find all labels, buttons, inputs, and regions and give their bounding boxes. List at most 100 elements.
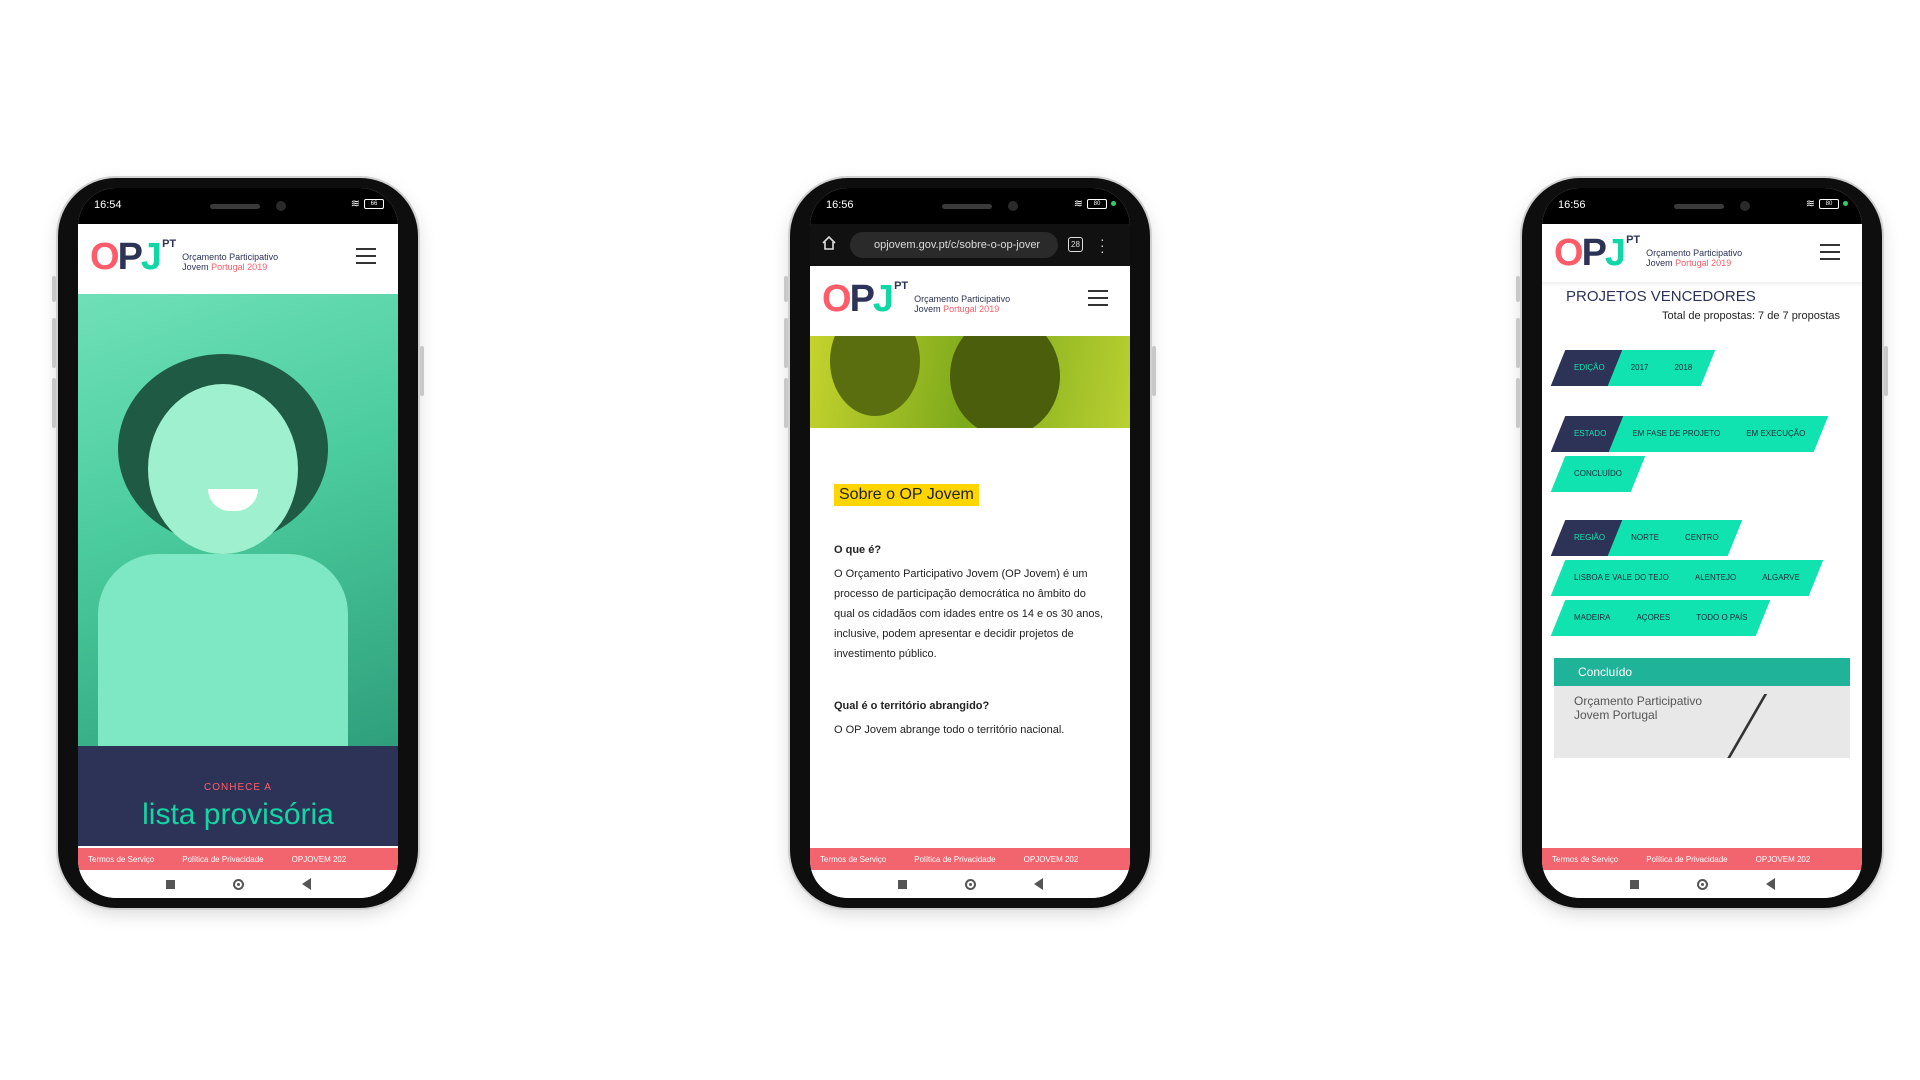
- page-title: Sobre o OP Jovem: [834, 484, 979, 506]
- opj-logo[interactable]: O P J PT Orçamento Participativo Jovem P…: [90, 238, 278, 276]
- project-status-badge: Concluído: [1554, 658, 1850, 686]
- logo-letter-j: J: [140, 236, 162, 278]
- logo-line1: Orçamento Participativo: [182, 252, 279, 262]
- status-time: 16:56: [826, 199, 854, 211]
- status-icons: ≋ 80: [1806, 197, 1848, 210]
- notch: [148, 188, 328, 222]
- phone-frame-3: 16:56 ≋ 80 O P J PT Orçamento Participat…: [1516, 178, 1888, 908]
- logo-letter-o: O: [90, 236, 120, 278]
- battery-icon: 66: [364, 198, 384, 209]
- status-time: 16:54: [94, 199, 122, 211]
- browser-home-icon[interactable]: [822, 236, 836, 250]
- filter-chip-centro[interactable]: CENTRO: [1669, 520, 1735, 556]
- home-icon[interactable]: [232, 878, 244, 890]
- logo-letter-p: P: [849, 278, 875, 320]
- filter-label-estado: ESTADO: [1558, 416, 1622, 452]
- hero-kicker: CONHECE A: [204, 782, 272, 793]
- hero-image: [78, 294, 398, 746]
- footer-terms-link[interactable]: Termos de Serviço: [88, 855, 154, 864]
- paragraph: O Orçamento Participativo Jovem (OP Jove…: [834, 568, 1104, 660]
- footer-privacy-link[interactable]: Política de Privacidade: [182, 855, 263, 864]
- recents-icon[interactable]: [897, 879, 907, 889]
- hamburger-menu-icon[interactable]: [1088, 290, 1108, 311]
- footer-privacy-link[interactable]: Política de Privacidade: [914, 855, 995, 864]
- kebab-menu-icon[interactable]: · · ·: [1100, 232, 1105, 258]
- footer-copyright: OPJOVEM 202: [291, 854, 347, 864]
- logo-letter-j: J: [872, 278, 894, 320]
- project-card[interactable]: Concluído Orçamento Participativo Jovem …: [1554, 658, 1850, 758]
- site-header: O P J PT Orçamento Participativo Jovem P…: [810, 266, 1130, 336]
- home-icon[interactable]: [964, 878, 976, 890]
- site-footer: Termos de Serviço Política de Privacidad…: [1542, 848, 1862, 870]
- card-logo-line2: Jovem Portugal: [1574, 708, 1658, 722]
- logo-pt: PT: [894, 280, 909, 292]
- filter-chip-2017[interactable]: 2017: [1615, 350, 1665, 386]
- filter-label-edicao: EDIÇÃO: [1558, 350, 1621, 386]
- opj-logo[interactable]: O P J PT Orçamento Participativo Jovem P…: [822, 280, 1010, 318]
- filter-chip-lisboa[interactable]: LISBOA E VALE DO TEJO: [1558, 560, 1685, 596]
- android-nav-bar: [78, 870, 398, 898]
- back-icon[interactable]: [1765, 878, 1775, 890]
- filter-estado: ESTADO EM FASE DE PROJETO EM EXECUÇÃO CO…: [1558, 416, 1848, 492]
- proposals-total: Total de propostas: 7 de 7 propostas: [1662, 310, 1840, 322]
- back-icon[interactable]: [1033, 878, 1043, 890]
- filter-chip-2018[interactable]: 2018: [1658, 350, 1708, 386]
- logo-line2b: Portugal 2019: [943, 304, 1000, 314]
- filter-chip-concluido[interactable]: CONCLUÍDO: [1558, 456, 1638, 492]
- logo-line2a: Jovem: [1646, 258, 1673, 268]
- paragraph: O OP Jovem abrange todo o território nac…: [834, 724, 1065, 736]
- logo-pt: PT: [162, 238, 177, 250]
- tabs-count-button[interactable]: 28: [1068, 237, 1083, 252]
- site-header: O P J PT Orçamento Participativo Jovem P…: [78, 224, 398, 294]
- hamburger-menu-icon[interactable]: [1820, 244, 1840, 265]
- logo-letter-o: O: [822, 278, 852, 320]
- phone-screen-1: 16:54 ≋ 66 O P J PT Orçamento Participat…: [78, 188, 398, 898]
- android-nav-bar: [1542, 870, 1862, 898]
- filter-chip-algarve[interactable]: ALGARVE: [1746, 560, 1816, 596]
- hero-title[interactable]: lista provisória: [78, 798, 398, 832]
- battery-icon: 80: [1087, 198, 1107, 209]
- status-icons: ≋ 66: [351, 197, 384, 210]
- footer-terms-link[interactable]: Termos de Serviço: [1552, 855, 1618, 864]
- hamburger-menu-icon[interactable]: [356, 248, 376, 269]
- logo-letter-j: J: [1604, 232, 1626, 274]
- filter-chip-alentejo[interactable]: ALENTEJO: [1679, 560, 1752, 596]
- recents-icon[interactable]: [1629, 879, 1639, 889]
- footer-privacy-link[interactable]: Política de Privacidade: [1646, 855, 1727, 864]
- logo-pt: PT: [1626, 234, 1641, 246]
- microphone-image: [1723, 694, 1848, 758]
- filter-chip-norte[interactable]: NORTE: [1615, 520, 1675, 556]
- footer-terms-link[interactable]: Termos de Serviço: [820, 855, 886, 864]
- phone-screen-2: 16:56 ≋ 80 opjovem.gov.pt/c/sobre-o-op-j…: [810, 188, 1130, 898]
- filter-chip-todo-o-pais[interactable]: TODO O PAÍS: [1680, 600, 1763, 636]
- privacy-dot-icon: [1843, 201, 1848, 206]
- phone-frame-2: 16:56 ≋ 80 opjovem.gov.pt/c/sobre-o-op-j…: [784, 178, 1156, 908]
- page-title: PROJETOS VENCEDORES: [1566, 288, 1756, 305]
- card-image-logo: Orçamento Participativo Jovem Portugal: [1574, 694, 1702, 722]
- filter-chip-acores[interactable]: AÇORES: [1620, 600, 1686, 636]
- logo-tagline: Orçamento Participativo Jovem Portugal 2…: [1646, 248, 1742, 268]
- opj-logo[interactable]: O P J PT Orçamento Participativo Jovem P…: [1554, 234, 1742, 272]
- notch: [880, 188, 1060, 222]
- question-heading: Qual é o território abrangido?: [834, 700, 990, 712]
- logo-line2b: Portugal 2019: [1675, 258, 1732, 268]
- filter-chip-em-execucao[interactable]: EM EXECUÇÃO: [1730, 416, 1821, 452]
- logo-letter-p: P: [117, 236, 143, 278]
- card-logo-line1: Orçamento Participativo: [1574, 694, 1703, 708]
- filter-chip-em-fase-de-projeto[interactable]: EM FASE DE PROJETO: [1616, 416, 1736, 452]
- phone-screen-3: 16:56 ≋ 80 O P J PT Orçamento Participat…: [1542, 188, 1862, 898]
- address-bar[interactable]: opjovem.gov.pt/c/sobre-o-op-jover: [850, 232, 1058, 258]
- question-heading: O que é?: [834, 544, 882, 556]
- logo-line2a: Jovem: [182, 262, 209, 272]
- browser-toolbar: opjovem.gov.pt/c/sobre-o-op-jover 28 · · ·: [810, 224, 1130, 266]
- android-nav-bar: [810, 870, 1130, 898]
- filter-chip-madeira[interactable]: MADEIRA: [1558, 600, 1626, 636]
- status-icons: ≋ 80: [1074, 197, 1116, 210]
- notch: [1612, 188, 1792, 222]
- filter-regiao: REGIÃO NORTE CENTRO LISBOA E VALE DO TEJ…: [1558, 520, 1848, 636]
- recents-icon[interactable]: [165, 879, 175, 889]
- wifi-icon: ≋: [350, 198, 360, 210]
- home-icon[interactable]: [1696, 878, 1708, 890]
- back-icon[interactable]: [301, 878, 311, 890]
- filter-label-regiao: REGIÃO: [1558, 520, 1621, 556]
